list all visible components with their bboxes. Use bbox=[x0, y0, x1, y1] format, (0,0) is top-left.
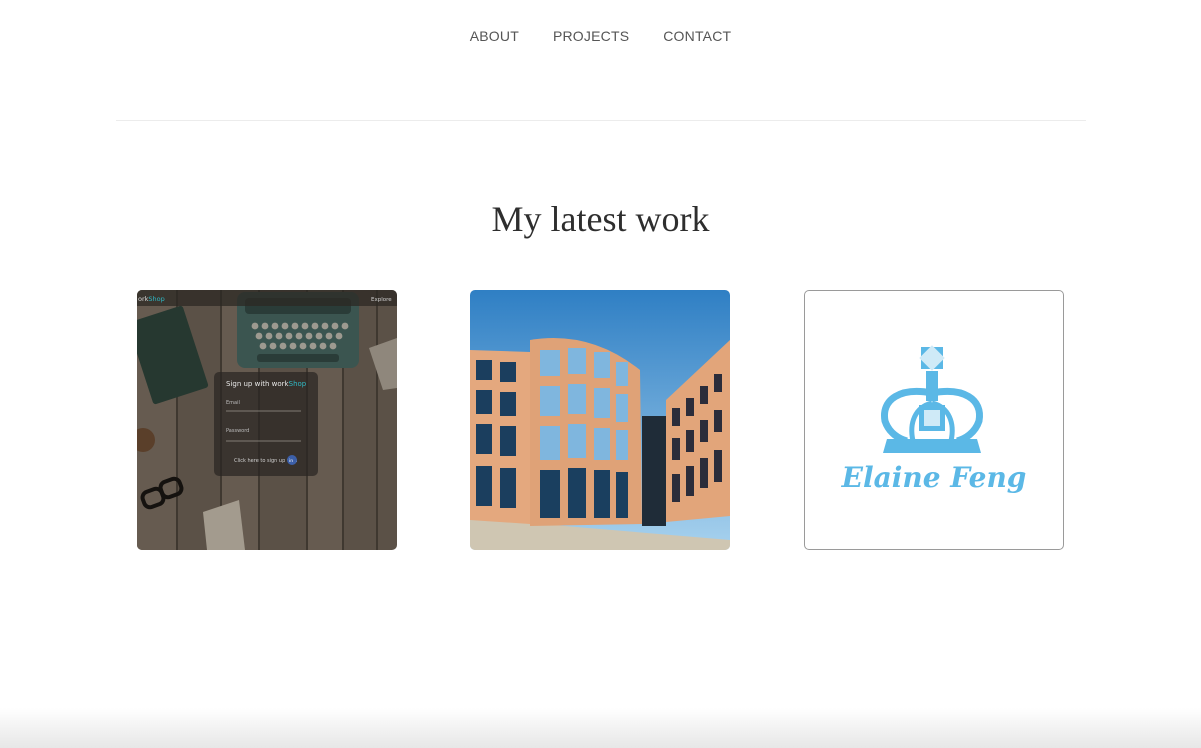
section-heading: My latest work bbox=[491, 199, 710, 239]
svg-text:orkShop: orkShop bbox=[138, 295, 165, 303]
nav-about[interactable]: ABOUT bbox=[470, 28, 519, 44]
main-nav: ABOUT PROJECTS CONTACT bbox=[0, 28, 1201, 44]
nav-projects[interactable]: PROJECTS bbox=[553, 28, 629, 44]
project-card-painting[interactable] bbox=[470, 290, 730, 550]
nav-contact[interactable]: CONTACT bbox=[663, 28, 731, 44]
workshop-social-badge: in bbox=[289, 458, 293, 464]
logo-text: Elaine Feng bbox=[841, 461, 1027, 494]
workshop-password-label: Password bbox=[226, 428, 249, 434]
crown-logo-thumbnail: Elaine Feng bbox=[841, 345, 1027, 494]
workshop-form-title-accent: Shop bbox=[289, 380, 307, 388]
workshop-brand-accent: Shop bbox=[148, 295, 164, 303]
workshop-nav-explore: Explore bbox=[371, 297, 392, 303]
workshop-email-label: Email bbox=[226, 400, 240, 406]
buildings-painting-thumbnail bbox=[470, 290, 730, 550]
workshop-brand-text: ork bbox=[138, 295, 149, 303]
svg-text:Sign up with workShop: Sign up with workShop bbox=[226, 380, 307, 388]
workshop-signup-thumbnail: orkShop Explore Sign up with workShop Em… bbox=[137, 290, 397, 550]
header-divider bbox=[116, 120, 1086, 121]
workshop-form-title: Sign up with work bbox=[226, 380, 290, 388]
bottom-fade bbox=[0, 708, 1201, 748]
project-card-workshop[interactable]: orkShop Explore Sign up with workShop Em… bbox=[137, 290, 397, 550]
project-card-logo[interactable]: Elaine Feng bbox=[804, 290, 1064, 550]
